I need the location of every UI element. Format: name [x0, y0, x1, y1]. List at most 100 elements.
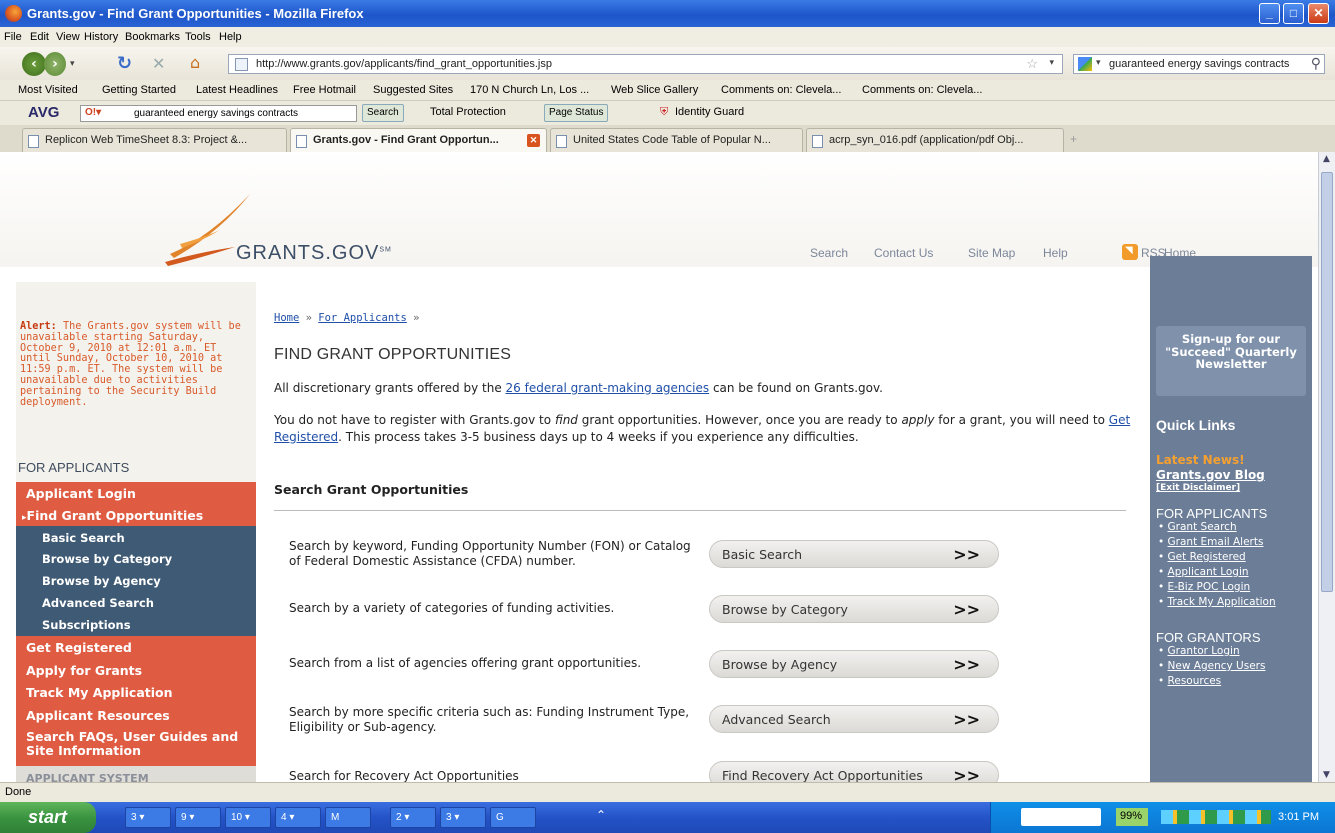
nav-advanced-search[interactable]: Advanced Search [16, 592, 256, 614]
taskbar-group-6[interactable]: 3 ▾ [440, 807, 486, 828]
breadcrumb-home[interactable]: Home [274, 312, 299, 324]
search-engine-dropdown-icon[interactable]: ▾ [1096, 57, 1101, 68]
tab-close-icon[interactable]: ✕ [527, 134, 540, 147]
avg-search-button[interactable]: Search [362, 104, 404, 122]
reload-icon[interactable]: ↻ [117, 53, 132, 74]
bookmark-comments-1[interactable]: Comments on: Clevela... [721, 84, 841, 96]
menu-history[interactable]: History [84, 31, 118, 43]
scrollbar-thumb[interactable] [1321, 172, 1333, 592]
search-input[interactable]: ▾ guaranteed energy savings contracts ⚲ [1073, 54, 1325, 74]
tab-acrp-pdf[interactable]: acrp_syn_016.pdf (application/pdf Obj... [806, 128, 1064, 152]
bookmark-web-slice-gallery[interactable]: Web Slice Gallery [611, 84, 698, 96]
maximize-button[interactable]: □ [1283, 3, 1304, 24]
bookmark-latest-headlines[interactable]: Latest Headlines [196, 84, 278, 96]
menu-file[interactable]: File [4, 31, 22, 43]
quick-link-get-registered[interactable]: Get Registered [1168, 551, 1246, 563]
nav-track-my-application[interactable]: Track My Application [16, 681, 256, 703]
nav-find-grant-opportunities[interactable]: ▸Find Grant Opportunities [16, 504, 256, 526]
find-recovery-act-button[interactable]: Find Recovery Act Opportunities >> [709, 761, 999, 782]
start-button[interactable]: start [0, 802, 96, 833]
advanced-search-button[interactable]: Advanced Search >> [709, 705, 999, 733]
tab-replicon[interactable]: Replicon Web TimeSheet 8.3: Project &... [22, 128, 287, 152]
quick-link-resources[interactable]: Resources [1168, 675, 1222, 687]
menu-help[interactable]: Help [219, 31, 242, 43]
toplink-site-map[interactable]: Site Map [968, 246, 1015, 260]
nav-basic-search[interactable]: Basic Search [16, 526, 256, 548]
nav-applicant-login[interactable]: Applicant Login [16, 482, 256, 504]
taskbar-group-g[interactable]: G [490, 807, 536, 828]
vertical-scrollbar[interactable]: ▲ ▼ [1318, 152, 1335, 782]
search-magnifier-icon[interactable]: ⚲ [1311, 55, 1321, 72]
avg-total-protection[interactable]: Total Protection [430, 106, 506, 118]
back-button[interactable]: ‹ [22, 52, 46, 76]
toplink-search[interactable]: Search [810, 246, 848, 260]
toplink-contact-us[interactable]: Contact Us [874, 246, 933, 260]
bookmark-suggested-sites[interactable]: Suggested Sites [373, 84, 453, 96]
menu-tools[interactable]: Tools [185, 31, 211, 43]
taskbar-group-ie[interactable]: 3 ▾ [125, 807, 171, 828]
quick-link-ebiz-poc-login[interactable]: E-Biz POC Login [1168, 581, 1251, 593]
taskbar-group-folders[interactable]: 2 ▾ [390, 807, 436, 828]
taskbar-scroll-icon[interactable]: ⌃ [596, 808, 606, 822]
bookmark-free-hotmail[interactable]: Free Hotmail [293, 84, 356, 96]
quick-link-new-agency-users[interactable]: New Agency Users [1168, 660, 1266, 672]
nav-apply-for-grants[interactable]: Apply for Grants [16, 658, 256, 681]
quick-link-grant-search[interactable]: Grant Search [1168, 521, 1237, 533]
nav-applicant-resources[interactable]: Applicant Resources [16, 703, 256, 726]
url-dropdown-icon[interactable]: ▾ [1049, 57, 1054, 68]
quick-link-grantor-login[interactable]: Grantor Login [1168, 645, 1240, 657]
taskbar-group-2[interactable]: 9 ▾ [175, 807, 221, 828]
exit-disclaimer-link[interactable]: [Exit Disclaimer] [1156, 483, 1240, 493]
avg-page-status-button[interactable]: Page Status [544, 104, 609, 122]
taskbar-group-4[interactable]: 4 ▾ [275, 807, 321, 828]
new-tab-icon[interactable]: + [1070, 132, 1077, 146]
bookmark-getting-started[interactable]: Getting Started [102, 84, 176, 96]
avg-logo[interactable]: AVG [28, 104, 59, 121]
bookmark-star-icon[interactable]: ☆ [1026, 56, 1038, 72]
nav-search-faqs[interactable]: Search FAQs, User Guides and Site Inform… [16, 726, 256, 766]
newsletter-signup-button[interactable]: Sign-up for our "Succeed" Quarterly News… [1156, 326, 1306, 396]
basic-search-button[interactable]: Basic Search >> [709, 540, 999, 568]
agencies-link[interactable]: 26 federal grant-making agencies [506, 381, 710, 395]
toplink-help[interactable]: Help [1043, 246, 1068, 260]
nav-get-registered[interactable]: Get Registered [16, 636, 256, 658]
google-deskbar-input[interactable] [1021, 808, 1101, 826]
menu-view[interactable]: View [56, 31, 80, 43]
page-title: FIND GRANT OPPORTUNITIES [274, 346, 512, 363]
quick-link-applicant-login[interactable]: Applicant Login [1168, 566, 1249, 578]
url-input[interactable]: http://www.grants.gov/applicants/find_gr… [228, 54, 1063, 74]
quick-link-track-my-application[interactable]: Track My Application [1168, 596, 1276, 608]
taskbar-group-firefox[interactable]: 10 ▾ [225, 807, 271, 828]
scroll-down-icon[interactable]: ▼ [1323, 770, 1330, 780]
nav-browse-by-agency[interactable]: Browse by Agency [16, 570, 256, 592]
site-logo[interactable]: GRANTS.GOVSM [236, 242, 392, 265]
home-icon[interactable]: ⌂ [190, 53, 200, 72]
bookmark-most-visited[interactable]: Most Visited [18, 84, 78, 96]
avg-identity-guard[interactable]: Identity Guard [675, 106, 744, 118]
nav-browse-by-category[interactable]: Browse by Category [16, 548, 256, 570]
double-arrow-icon: >> [953, 710, 980, 729]
close-button[interactable]: ✕ [1308, 3, 1329, 24]
browse-by-agency-button[interactable]: Browse by Agency >> [709, 650, 999, 678]
quick-link-grant-email-alerts[interactable]: Grant Email Alerts [1168, 536, 1264, 548]
nav-applicant-system[interactable]: APPLICANT SYSTEM [16, 766, 256, 782]
minimize-button[interactable]: _ [1259, 3, 1280, 24]
rss-icon[interactable] [1122, 244, 1138, 260]
nav-subscriptions[interactable]: Subscriptions [16, 614, 256, 636]
history-dropdown-icon[interactable]: ▾ [70, 59, 75, 69]
breadcrumb-for-applicants[interactable]: For Applicants [318, 312, 407, 324]
tab-us-code[interactable]: United States Code Table of Popular N... [550, 128, 803, 152]
stop-icon[interactable]: ✕ [152, 54, 165, 73]
taskbar-group-m[interactable]: M [325, 807, 371, 828]
tray-icons[interactable] [1161, 810, 1271, 824]
scroll-up-icon[interactable]: ▲ [1323, 154, 1330, 164]
menu-edit[interactable]: Edit [30, 31, 49, 43]
forward-button[interactable]: › [44, 52, 66, 76]
bookmark-church-ln[interactable]: 170 N Church Ln, Los ... [470, 84, 589, 96]
bookmark-comments-2[interactable]: Comments on: Clevela... [862, 84, 982, 96]
avg-search-input[interactable]: O!▾ guaranteed energy savings contracts [80, 105, 357, 122]
tab-grants-gov[interactable]: Grants.gov - Find Grant Opportun... ✕ [290, 128, 547, 152]
blog-link[interactable]: Grants.gov Blog [1156, 468, 1265, 482]
browse-by-category-button[interactable]: Browse by Category >> [709, 595, 999, 623]
menu-bookmarks[interactable]: Bookmarks [125, 31, 180, 43]
